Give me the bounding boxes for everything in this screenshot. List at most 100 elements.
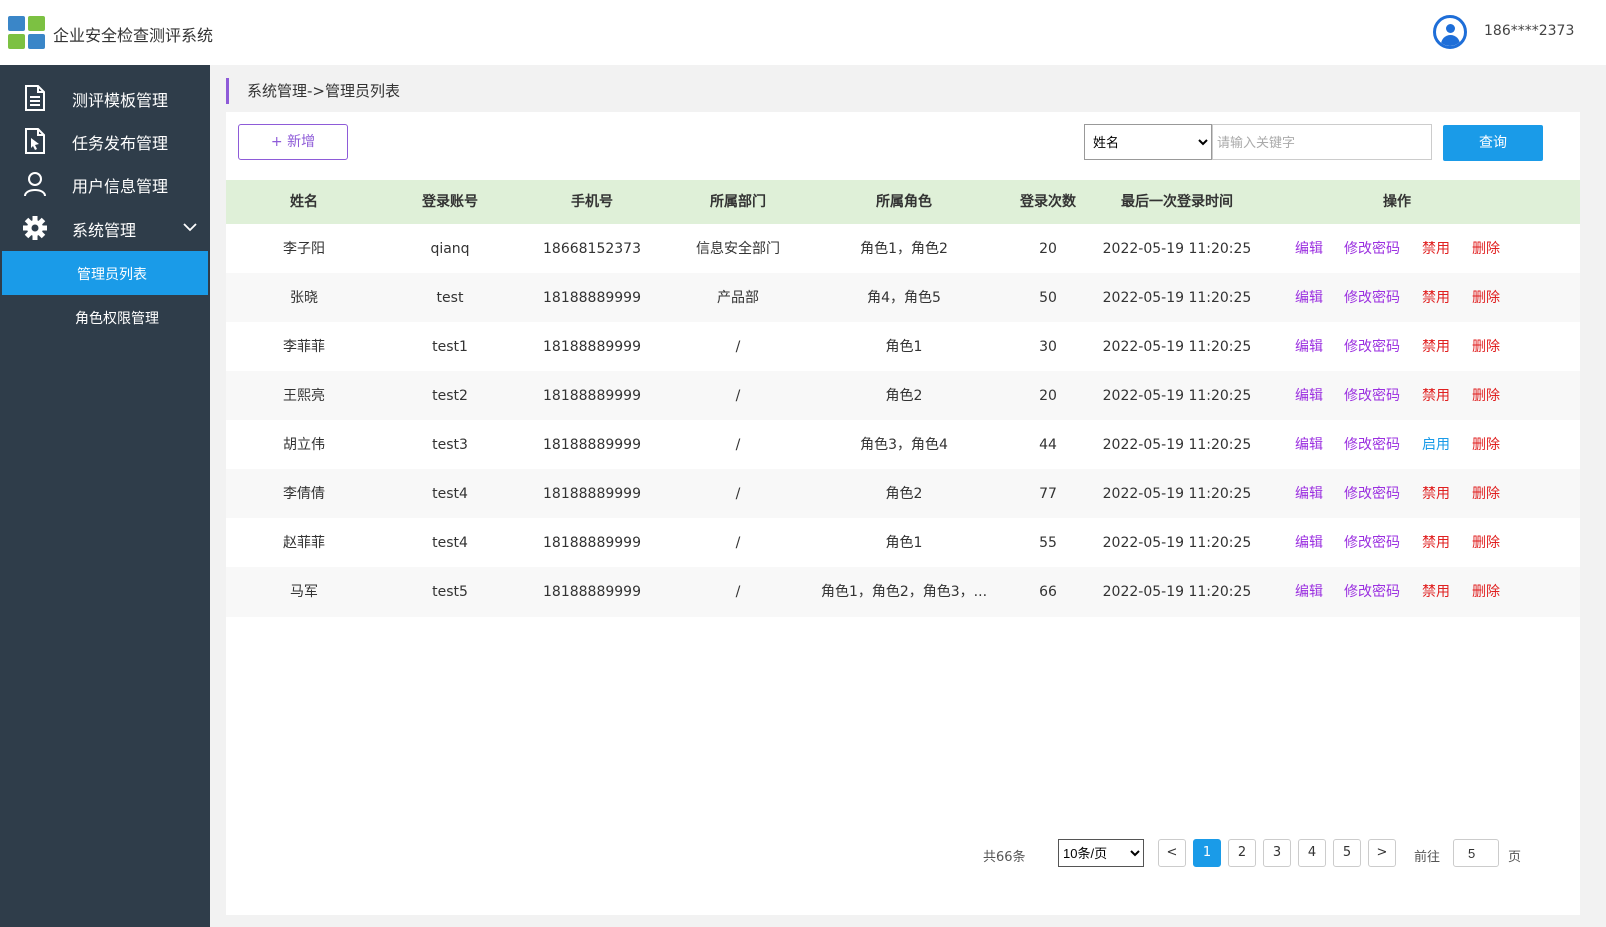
- sidebar-item-task[interactable]: 任务发布管理: [0, 118, 210, 162]
- table-row: 胡立伟 test3 18188889999 / 角色3，角色4 44 2022-05-19 …: [226, 420, 1580, 470]
- table-row: 李子阳 qianq 18668152373 信息安全部门 角色1，角色2 20 2022-0…: [226, 224, 1580, 274]
- cell-roles: 角色1: [885, 339, 923, 355]
- change-password-link[interactable]: 修改密码: [1344, 224, 1400, 274]
- sidebar-item-label: 系统管理: [72, 221, 137, 240]
- toggle-status-link[interactable]: 禁用: [1422, 371, 1450, 421]
- total-count: 共66条: [983, 850, 1026, 865]
- column-header: 登录账号: [422, 194, 478, 210]
- column-header: 姓名: [290, 194, 318, 210]
- cell-roles: 角色1: [885, 535, 923, 551]
- main-panel: + 新增 姓名 查询 姓名 登录账号 手机号 所属部门 所属角色 登录次数 最后…: [226, 112, 1580, 915]
- prev-page-button[interactable]: <: [1158, 839, 1186, 867]
- delete-link[interactable]: 删除: [1472, 567, 1500, 617]
- change-password-link[interactable]: 修改密码: [1344, 273, 1400, 323]
- sidebar-item-system[interactable]: 系统管理: [0, 205, 210, 249]
- page-button[interactable]: 5: [1333, 839, 1361, 867]
- search-button[interactable]: 查询: [1443, 125, 1543, 161]
- cell-phone: 18188889999: [543, 486, 641, 502]
- page-size-select[interactable]: 10条/页: [1058, 839, 1144, 867]
- toggle-status-link[interactable]: 启用: [1422, 420, 1450, 470]
- document-icon: [25, 85, 45, 111]
- cell-last: 2022-05-19 11:20:25: [1102, 486, 1252, 502]
- toggle-status-link[interactable]: 禁用: [1422, 567, 1450, 617]
- app-logo: [8, 16, 46, 49]
- sidebar-subitem-role-permission[interactable]: 角色权限管理: [0, 295, 210, 339]
- goto-page-input[interactable]: [1453, 839, 1499, 867]
- cell-roles: 角色2: [885, 388, 923, 404]
- edit-link[interactable]: 编辑: [1295, 420, 1323, 470]
- change-password-link[interactable]: 修改密码: [1344, 322, 1400, 372]
- search-field-select[interactable]: 姓名: [1084, 124, 1212, 160]
- cell-phone: 18188889999: [543, 535, 641, 551]
- cell-name: 王熙亮: [283, 388, 325, 404]
- cell-dept: 信息安全部门: [696, 241, 780, 257]
- delete-link[interactable]: 删除: [1472, 518, 1500, 568]
- cell-account: test1: [432, 339, 468, 355]
- cell-account: test5: [432, 584, 468, 600]
- page-unit-label: 页: [1508, 850, 1522, 865]
- change-password-link[interactable]: 修改密码: [1344, 469, 1400, 519]
- sidebar-item-template[interactable]: 测评模板管理: [0, 75, 210, 119]
- search-input[interactable]: [1212, 124, 1432, 160]
- cell-last: 2022-05-19 11:20:25: [1102, 535, 1252, 551]
- top-header: 企业安全检查测评系统 186****2373: [0, 0, 1606, 65]
- delete-link[interactable]: 删除: [1472, 273, 1500, 323]
- edit-link[interactable]: 编辑: [1295, 567, 1323, 617]
- cell-dept: /: [735, 535, 741, 551]
- sidebar-item-label: 任务发布管理: [72, 134, 169, 153]
- delete-link[interactable]: 删除: [1472, 371, 1500, 421]
- cell-account: test: [436, 290, 464, 306]
- sidebar-subitem-admin-list[interactable]: 管理员列表: [2, 251, 208, 295]
- cell-logins: 30: [1039, 339, 1057, 355]
- table-row: 王熙亮 test2 18188889999 / 角色2 20 2022-05-19 11:2…: [226, 371, 1580, 421]
- edit-link[interactable]: 编辑: [1295, 371, 1323, 421]
- column-header: 手机号: [571, 194, 613, 210]
- delete-link[interactable]: 删除: [1472, 224, 1500, 274]
- user-avatar-icon[interactable]: [1433, 15, 1467, 49]
- cell-phone: 18188889999: [543, 437, 641, 453]
- delete-link[interactable]: 删除: [1472, 322, 1500, 372]
- toggle-status-link[interactable]: 禁用: [1422, 273, 1450, 323]
- edit-link[interactable]: 编辑: [1295, 322, 1323, 372]
- breadcrumb: 系统管理->管理员列表: [226, 78, 400, 104]
- page-button[interactable]: 4: [1298, 839, 1326, 867]
- sidebar-item-label: 用户信息管理: [72, 177, 169, 196]
- cell-roles: 角色2: [885, 486, 923, 502]
- cell-dept: /: [735, 486, 741, 502]
- cell-roles: 角色1，角色2，角色3，...: [820, 584, 988, 600]
- pagination: 共66条 10条/页 < 1 2 3 4 5 > 前往 页: [226, 839, 1580, 869]
- change-password-link[interactable]: 修改密码: [1344, 567, 1400, 617]
- table-row: 李倩倩 test4 18188889999 / 角色2 77 2022-05-19 11:2…: [226, 469, 1580, 519]
- toggle-status-link[interactable]: 禁用: [1422, 469, 1450, 519]
- next-page-button[interactable]: >: [1368, 839, 1396, 867]
- page-button[interactable]: 2: [1228, 839, 1256, 867]
- toggle-status-link[interactable]: 禁用: [1422, 518, 1450, 568]
- toggle-status-link[interactable]: 禁用: [1422, 322, 1450, 372]
- sidebar-item-users[interactable]: 用户信息管理: [0, 161, 210, 205]
- edit-link[interactable]: 编辑: [1295, 518, 1323, 568]
- delete-link[interactable]: 删除: [1472, 469, 1500, 519]
- table-row: 张晓 test 18188889999 产品部 角4，角色5 50 2022-05-19 1…: [226, 273, 1580, 323]
- add-button[interactable]: + 新增: [238, 124, 348, 160]
- edit-link[interactable]: 编辑: [1295, 224, 1323, 274]
- toggle-status-link[interactable]: 禁用: [1422, 224, 1450, 274]
- cell-account: test4: [432, 535, 468, 551]
- change-password-link[interactable]: 修改密码: [1344, 371, 1400, 421]
- cell-name: 胡立伟: [283, 437, 325, 453]
- change-password-link[interactable]: 修改密码: [1344, 518, 1400, 568]
- edit-link[interactable]: 编辑: [1295, 469, 1323, 519]
- page-button[interactable]: 3: [1263, 839, 1291, 867]
- cell-logins: 20: [1039, 388, 1057, 404]
- edit-link[interactable]: 编辑: [1295, 273, 1323, 323]
- change-password-link[interactable]: 修改密码: [1344, 420, 1400, 470]
- page-button[interactable]: 1: [1193, 839, 1221, 867]
- column-header: 所属角色: [876, 194, 932, 210]
- cell-dept: /: [735, 339, 741, 355]
- cell-logins: 20: [1039, 241, 1057, 257]
- cell-name: 李菲菲: [283, 339, 325, 355]
- column-header: 所属部门: [710, 194, 766, 210]
- delete-link[interactable]: 删除: [1472, 420, 1500, 470]
- cell-name: 张晓: [290, 290, 318, 306]
- goto-label: 前往: [1414, 850, 1441, 865]
- user-name[interactable]: 186****2373: [1484, 23, 1574, 39]
